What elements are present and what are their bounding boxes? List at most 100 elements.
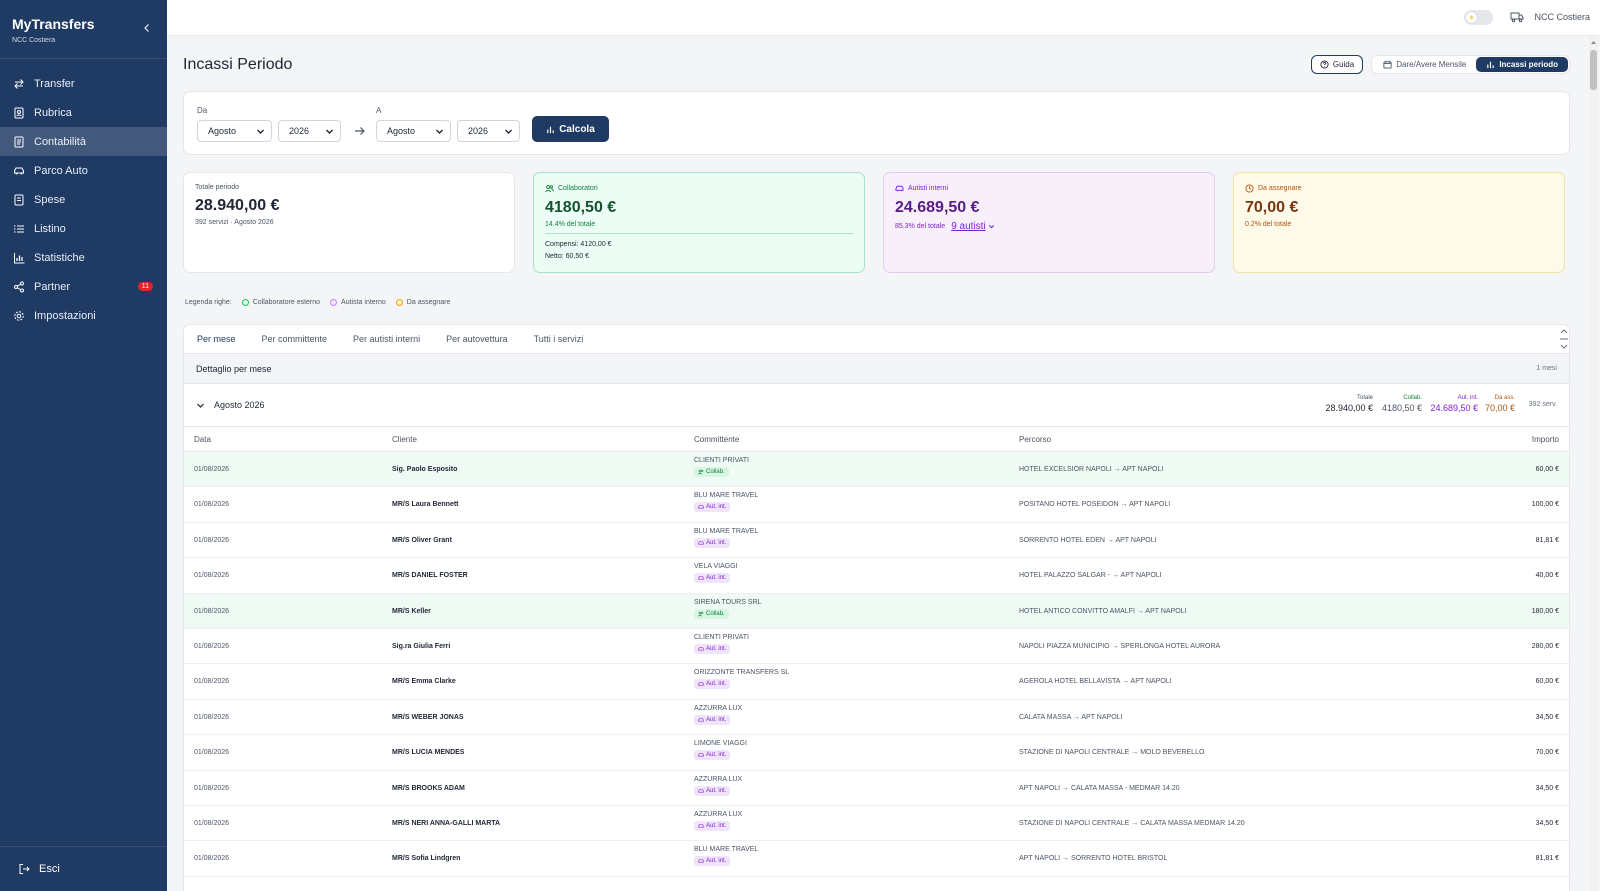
legend-title: Legenda righe:: [185, 299, 232, 306]
cell-date: 01/08/2026: [194, 819, 230, 827]
from-year-value: 2026: [289, 126, 310, 136]
chevron-down-icon[interactable]: [988, 223, 995, 230]
from-month-select[interactable]: Agosto: [197, 120, 272, 142]
sidebar-item-listino[interactable]: Listino: [0, 214, 167, 243]
col-header-committente[interactable]: Committente: [694, 435, 739, 444]
chevron-left-icon[interactable]: [141, 22, 153, 34]
row-type-label: Aut. int.: [706, 504, 727, 511]
guide-button[interactable]: Guida: [1310, 55, 1364, 74]
from-year-select[interactable]: 2026: [278, 120, 341, 142]
table-row[interactable]: 01/08/2026 MR/S Emma Clarke ORIZZONTE TRAN…: [184, 664, 1569, 700]
incassi-periodo-button[interactable]: Incassi periodo: [1476, 57, 1568, 72]
row-type-badge: Aut. int.: [694, 714, 731, 725]
cell-committente: AZZURRA LUX Aut. int.: [694, 705, 742, 725]
legend-item: Autista interno: [341, 299, 386, 306]
col-header-percorso[interactable]: Percorso: [1019, 435, 1051, 444]
scrollbar-thumb[interactable]: [1590, 50, 1597, 90]
month-group-header[interactable]: Agosto 2026 Totale 28.940,00 € Collab. 4…: [184, 384, 1569, 427]
row-type-label: Aut. int.: [706, 575, 727, 582]
tab-per-mese[interactable]: Per mese: [197, 334, 236, 344]
view-switch: Dare/Avere Mensile Incassi periodo: [1371, 55, 1570, 74]
cell-route: HOTEL EXCELSIOR NAPOLI → APT NAPOLI: [1019, 466, 1164, 473]
cell-committente: ORIZZONTE TRANSFERS SL Aut. int.: [694, 669, 790, 690]
car-icon: [698, 788, 704, 793]
cell-client: MR/S DANIEL FOSTER: [392, 572, 468, 580]
chevron-down-icon: [505, 129, 512, 134]
autisti-link[interactable]: 9 autisti: [951, 221, 985, 232]
col-header-data[interactable]: Data: [194, 435, 211, 444]
legend-item: Da assegnare: [406, 299, 451, 306]
to-year-select[interactable]: 2026: [457, 120, 520, 142]
cell-date: 01/08/2026: [194, 466, 230, 473]
tab-tutti-i-servizi[interactable]: Tutti i servizi: [534, 334, 584, 344]
table-row[interactable]: 01/08/2026 MR/S WEBER JONAS AZZURRA LUX Aut…: [184, 700, 1569, 736]
cell-amount: 34,50 €: [1535, 713, 1559, 721]
from-label: Da: [197, 106, 208, 115]
table-row[interactable]: 01/08/2026 MR/S LUCIA MENDES LIMONE VIAGGI…: [184, 735, 1569, 771]
table-row[interactable]: 01/08/2026 Sig. Paolo Esposito CLIENTI PRI…: [184, 452, 1569, 488]
detail-panel: Per mese Per committente Per autisti int…: [183, 324, 1570, 891]
stat-label: Da assegnare: [1258, 185, 1302, 192]
logout-label: Esci: [39, 863, 60, 875]
col-header-importo[interactable]: Importo: [1532, 435, 1559, 444]
tab-per-committente[interactable]: Per committente: [262, 334, 328, 344]
chevron-down-icon: [436, 129, 443, 134]
table-row[interactable]: 01/08/2026 MR/S Keller SIRENA TOURS SRL Col…: [184, 593, 1569, 629]
logout-button[interactable]: Esci: [0, 846, 167, 891]
cell-committente: BLU MARE TRAVEL Aut. int.: [694, 846, 758, 867]
table-row[interactable]: 01/08/2026 MR/S Oliver Grant BLU MARE TRAV…: [184, 523, 1569, 559]
cell-date: 01/08/2026: [194, 642, 230, 650]
tab-per-autisti-interni[interactable]: Per autisti interni: [353, 334, 420, 344]
table-row[interactable]: 01/08/2026 MR/S Sofia Lindgren BLU MARE TR…: [184, 841, 1569, 877]
sidebar-item-label: Spese: [34, 193, 66, 206]
table-row[interactable]: 01/08/2026 MR/S DANIEL FOSTER VELA VIAGGI A…: [184, 558, 1569, 594]
car-icon: [698, 505, 704, 509]
row-type-badge: Aut. int.: [694, 643, 731, 654]
clock-icon: [1245, 184, 1254, 193]
sidebar-item-transfer[interactable]: Transfer: [0, 69, 167, 98]
sidebar-item-partner[interactable]: Partner 11: [0, 272, 167, 301]
help-circle-icon: [1320, 60, 1329, 69]
page-scrollbar[interactable]: [1589, 36, 1598, 891]
legend-item: Collaboratore esterno: [252, 299, 321, 306]
theme-toggle[interactable]: ☀: [1464, 10, 1493, 25]
month-name: Agosto 2026: [214, 400, 265, 410]
stat-label-row: Autisti interni: [895, 184, 1203, 193]
stat-label-row: Da assegnare: [1245, 184, 1553, 193]
cell-route: STAZIONE DI NAPOLI CENTRALE → CALATA MAS…: [1019, 819, 1245, 827]
stat-label: Collaboratori: [558, 185, 598, 192]
table-row[interactable]: 01/08/2026 Sig.ra Giulia Ferri CLIENTI PRI…: [184, 629, 1569, 665]
month-aut-value: 24.689,50 €: [1430, 403, 1478, 413]
stat-sub-row: 85.3% del totale 9 autisti: [895, 221, 1203, 232]
brand: MyTransfers NCC Costiera: [0, 0, 167, 59]
table-row[interactable]: 01/08/2026 MR/S NERI ANNA-GALLI MARTA AZZU…: [184, 806, 1569, 842]
cell-route: POSITANO HOTEL POSEIDON → APT NAPOLI: [1019, 501, 1171, 509]
sidebar-item-rubrica[interactable]: Rubrica: [0, 98, 167, 127]
sidebar-item-spese[interactable]: Spese: [0, 185, 167, 214]
committente-name: VELA VIAGGI: [694, 563, 738, 571]
sidebar-item-label: Listino: [34, 222, 66, 235]
cell-date: 01/08/2026: [194, 501, 230, 509]
stat-sub: 392 servizi · Agosto 2026: [195, 219, 274, 226]
cell-amount: 100,00 €: [1531, 501, 1559, 509]
table-row[interactable]: 01/08/2026 MR/S Laura Bennett BLU MARE TRA…: [184, 487, 1569, 523]
sidebar-item-statistiche[interactable]: Statistiche: [0, 243, 167, 272]
to-month-select[interactable]: Agosto: [376, 120, 451, 142]
cell-amount: 60,00 €: [1535, 466, 1559, 473]
col-header-cliente[interactable]: Cliente: [392, 435, 417, 444]
tab-scroll-icon[interactable]: [1559, 327, 1569, 351]
committente-name: ORIZZONTE TRANSFERS SL: [694, 669, 790, 677]
row-type-badge: Aut. int.: [694, 502, 731, 513]
sidebar-item-parco-auto[interactable]: Parco Auto: [0, 156, 167, 185]
sidebar-item-contabilita[interactable]: Contabilità: [0, 127, 167, 156]
cell-route: STAZIONE DI NAPOLI CENTRALE → MOLO BEVER…: [1019, 749, 1205, 757]
tab-per-autovettura[interactable]: Per autovettura: [446, 334, 508, 344]
car-icon: [698, 682, 704, 686]
sidebar-item-impostazioni[interactable]: Impostazioni: [0, 301, 167, 330]
scroll-up-icon[interactable]: [1590, 39, 1597, 46]
chevron-down-icon: [326, 129, 333, 134]
calcola-button[interactable]: Calcola: [532, 116, 609, 142]
dare-avere-button[interactable]: Dare/Avere Mensile: [1373, 57, 1476, 72]
month-toggle[interactable]: Agosto 2026: [196, 400, 265, 410]
table-row[interactable]: 01/08/2026 MR/S BROOKS ADAM AZZURRA LUX Aut…: [184, 771, 1569, 806]
